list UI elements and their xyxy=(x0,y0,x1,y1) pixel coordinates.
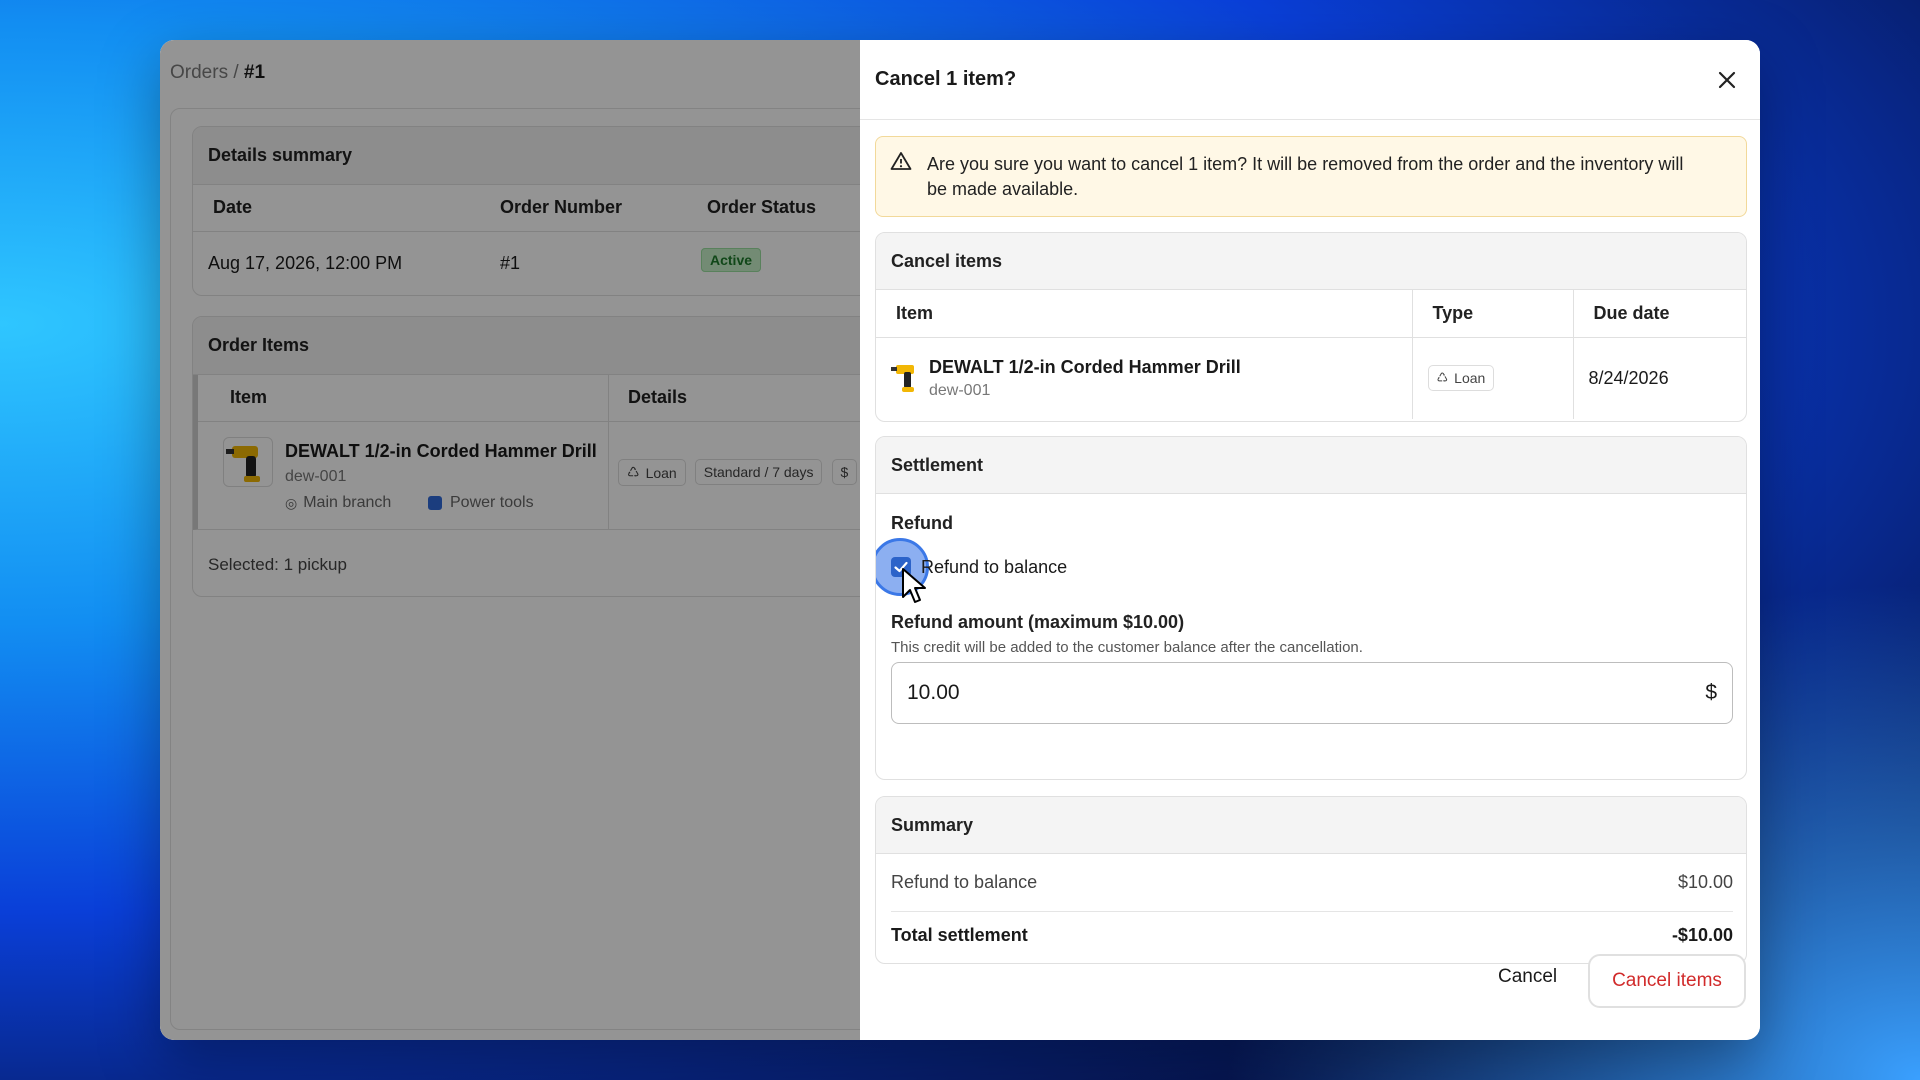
cancel-button[interactable]: Cancel xyxy=(1482,956,1573,998)
item-sku: dew-001 xyxy=(929,381,991,399)
cancel-items-drawer: Cancel 1 item? Are you sure you want to … xyxy=(860,40,1760,1040)
refund-amount-label: Refund amount (maximum $10.00) xyxy=(891,612,1185,632)
refund-amount-input[interactable]: 10.00 $ xyxy=(891,662,1733,724)
summary-divider xyxy=(891,911,1733,912)
summary-refund-row: Refund to balance $10.00 xyxy=(891,872,1733,893)
mouse-cursor-icon xyxy=(902,568,926,603)
drawer-header: Cancel 1 item? xyxy=(860,40,1760,120)
summary-total-label: Total settlement xyxy=(891,925,1028,945)
item-text: DEWALT 1/2-in Corded Hammer Drill dew-00… xyxy=(929,357,1241,400)
settlement-section: Settlement Refund Refund to balance Refu… xyxy=(875,436,1747,780)
summary-total-row: Total settlement -$10.00 xyxy=(891,925,1733,946)
cancel-items-table: Item Type Due date DEWALT 1/2-in Corded … xyxy=(876,290,1746,419)
type-cell: ♺ Loan xyxy=(1412,337,1574,419)
currency-symbol: $ xyxy=(1705,681,1717,704)
drill-icon xyxy=(891,365,914,393)
recycle-icon: ♺ xyxy=(1436,370,1449,386)
settlement-title: Settlement xyxy=(876,437,1746,494)
warning-banner: Are you sure you want to cancel 1 item? … xyxy=(875,136,1747,217)
refund-amount-value: 10.00 xyxy=(907,681,960,704)
summary-title: Summary xyxy=(876,797,1746,854)
cancel-items-button[interactable]: Cancel items xyxy=(1588,954,1746,1008)
cancel-items-title: Cancel items xyxy=(876,233,1746,290)
refund-to-balance-label[interactable]: Refund to balance xyxy=(921,557,1067,578)
col-type: Type xyxy=(1412,290,1574,338)
summary-refund-label: Refund to balance xyxy=(891,872,1038,892)
table-row: DEWALT 1/2-in Corded Hammer Drill dew-00… xyxy=(876,337,1746,419)
item-name: DEWALT 1/2-in Corded Hammer Drill xyxy=(929,356,1241,377)
summary-total-value: -$10.00 xyxy=(1671,925,1733,945)
col-item: Item xyxy=(876,290,1413,338)
modal-backdrop[interactable] xyxy=(160,40,860,1040)
cancel-items-section: Cancel items Item Type Due date DEWALT 1… xyxy=(875,232,1747,422)
refund-amount-help: This credit will be added to the custome… xyxy=(891,639,1363,656)
item-cell: DEWALT 1/2-in Corded Hammer Drill dew-00… xyxy=(876,337,1413,419)
refund-heading: Refund xyxy=(891,513,953,533)
warning-icon xyxy=(890,152,912,170)
close-button[interactable] xyxy=(1709,62,1745,98)
col-due-date: Due date xyxy=(1573,290,1746,338)
due-date-cell: 8/24/2026 xyxy=(1588,367,1669,388)
summary-section: Summary Refund to balance $10.00 Total s… xyxy=(875,796,1747,964)
table-header-row: Item Type Due date xyxy=(876,290,1746,338)
app-window: Orders / #1 Details summary Date Order N… xyxy=(160,40,1760,1040)
type-chip: ♺ Loan xyxy=(1427,365,1495,392)
drawer-title: Cancel 1 item? xyxy=(875,68,1017,90)
item-cell-content: DEWALT 1/2-in Corded Hammer Drill dew-00… xyxy=(891,357,1412,400)
summary-refund-value: $10.00 xyxy=(1677,872,1733,892)
warning-text: Are you sure you want to cancel 1 item? … xyxy=(927,154,1684,199)
type-chip-label: Loan xyxy=(1454,370,1486,387)
close-icon xyxy=(1718,71,1736,88)
